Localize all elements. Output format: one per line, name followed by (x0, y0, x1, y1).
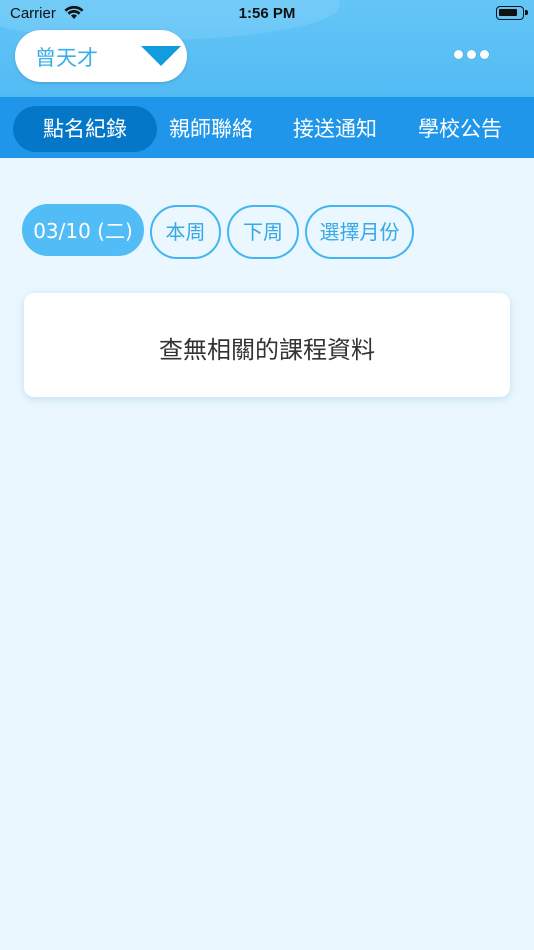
empty-state-card: 查無相關的課程資料 (24, 293, 510, 397)
tab-pickup-notice[interactable]: 接送通知 (276, 106, 394, 152)
empty-state-message: 查無相關的課程資料 (159, 336, 375, 364)
next-week-chip[interactable]: 下周 (227, 205, 299, 259)
more-options-button[interactable] (454, 44, 494, 59)
clock: 1:56 PM (238, 5, 296, 22)
chevron-down-icon (141, 46, 181, 66)
more-dots-icon (454, 50, 463, 59)
student-name: 曾天才 (35, 46, 98, 70)
status-bar: Carrier 1:56 PM (0, 0, 534, 28)
battery-icon (496, 6, 528, 20)
student-selector[interactable]: 曾天才 (15, 30, 187, 82)
date-today-chip[interactable]: 03/10 (二) (22, 204, 144, 256)
select-month-chip[interactable]: 選擇月份 (305, 205, 414, 259)
tab-parent-teacher-contact[interactable]: 親師聯絡 (152, 106, 270, 152)
tab-attendance-records[interactable]: 點名紀錄 (13, 106, 157, 152)
this-week-chip[interactable]: 本周 (150, 205, 221, 259)
app-header: Carrier 1:56 PM 曾天才 (0, 0, 534, 97)
tab-school-announcements[interactable]: 學校公告 (401, 106, 519, 152)
tab-bar: 點名紀錄 親師聯絡 接送通知 學校公告 (0, 97, 534, 158)
